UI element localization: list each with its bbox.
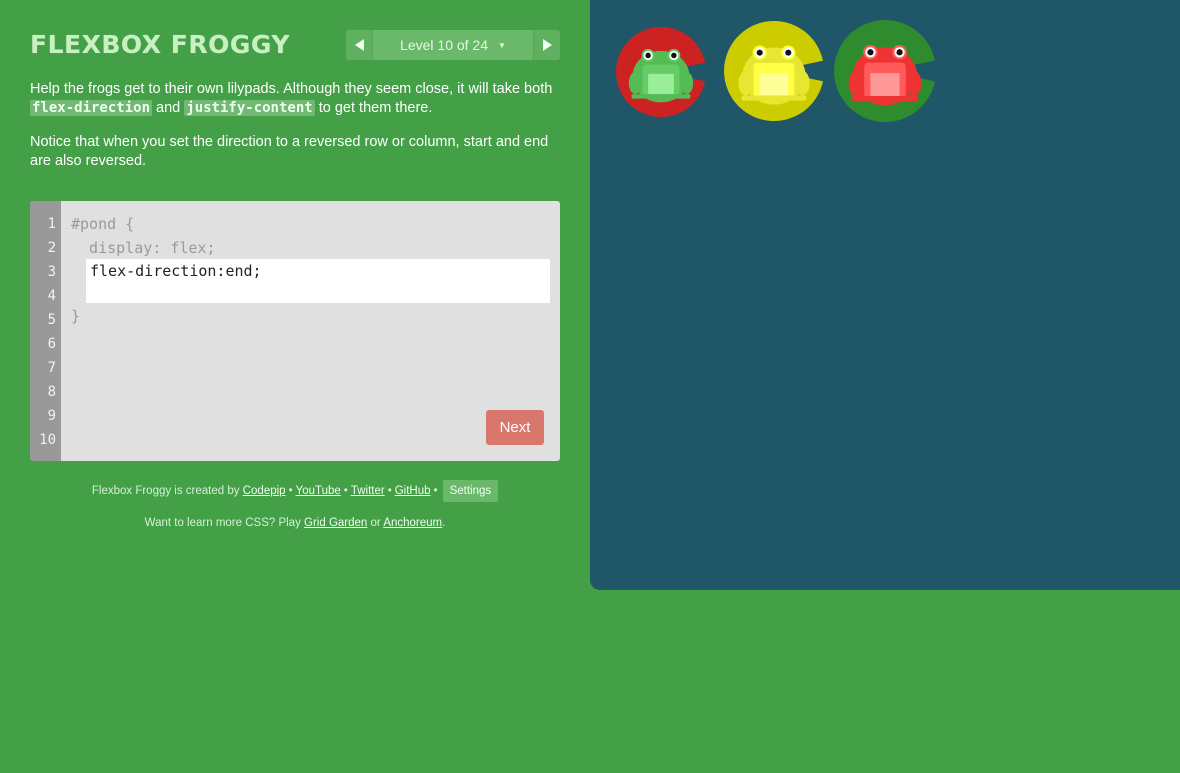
instructions-paragraph-1: Help the frogs get to their own lilypads… <box>30 80 560 118</box>
instructions-text: to get them there. <box>314 100 433 116</box>
code-line: } <box>71 307 81 325</box>
pond <box>590 0 1180 590</box>
line-number: 3 <box>47 264 56 280</box>
line-number: 2 <box>47 240 56 256</box>
line-number: 9 <box>47 408 56 424</box>
link-anchoreum[interactable]: Anchoreum <box>383 517 442 529</box>
link-codepip[interactable]: Codepip <box>243 485 286 497</box>
green-lilypad-icon <box>834 20 935 122</box>
code-flex-direction: flex-direction <box>30 100 153 116</box>
code-justify-content: justify-content <box>184 100 315 116</box>
instructions-text: Help the frogs get to their own lilypads… <box>30 81 553 97</box>
lilypad-yellow-with-yellow-frog <box>723 20 825 122</box>
learn-more-prefix: Want to learn more CSS? Play <box>144 517 301 529</box>
separator: • <box>387 485 392 497</box>
separator: • <box>288 485 293 497</box>
line-number: 4 <box>47 288 56 304</box>
line-number: 5 <box>47 312 56 328</box>
settings-button[interactable]: Settings <box>442 480 499 502</box>
instructions-paragraph-2: Notice that when you set the direction t… <box>30 134 549 169</box>
app-logo: FLEXBOX FROGGY <box>30 30 290 59</box>
line-number: 10 <box>39 432 56 448</box>
learn-more-suffix: . <box>442 517 446 529</box>
separator: • <box>343 485 348 497</box>
instructions: Help the frogs get to their own lilypads… <box>30 80 560 186</box>
instructions-text: and <box>152 100 185 116</box>
link-youtube[interactable]: YouTube <box>296 485 341 497</box>
line-number: 8 <box>47 384 56 400</box>
arrow-right-icon <box>542 39 552 51</box>
link-github[interactable]: GitHub <box>395 485 431 497</box>
link-grid-garden[interactable]: Grid Garden <box>304 517 367 529</box>
caret-down-icon: ▼ <box>498 40 506 50</box>
link-twitter[interactable]: Twitter <box>351 485 385 497</box>
level-label: Level 10 of 24 <box>400 37 489 53</box>
next-level-button[interactable] <box>533 30 560 60</box>
yellow-lilypad-icon <box>724 21 823 121</box>
code-line: #pond { <box>71 215 135 233</box>
learn-more-middle: or <box>370 517 381 529</box>
line-number: 7 <box>47 360 56 376</box>
level-indicator-dropdown[interactable]: Level 10 of 24 ▼ <box>373 30 533 60</box>
lilypad-red-with-green-frog <box>615 26 707 118</box>
line-number: 6 <box>47 336 56 352</box>
learn-more: Want to learn more CSS? Play Grid Garden… <box>30 517 560 529</box>
next-button[interactable]: Next <box>486 410 544 445</box>
lilypad-green-with-red-frog <box>833 19 937 123</box>
credits-prefix: Flexbox Froggy is created by <box>91 485 240 497</box>
arrow-left-icon <box>354 39 364 51</box>
css-editor: 1 2 3 4 5 6 7 8 9 10 #pond { display: fl… <box>30 201 560 461</box>
line-number-gutter: 1 2 3 4 5 6 7 8 9 10 <box>30 201 61 461</box>
line-number: 1 <box>47 216 56 232</box>
red-lilypad-icon <box>615 26 706 118</box>
code-line: display: flex; <box>71 239 216 257</box>
previous-level-button[interactable] <box>346 30 373 60</box>
level-navigation: Level 10 of 24 ▼ <box>346 30 560 60</box>
separator: • <box>433 485 438 497</box>
credits: Flexbox Froggy is created by Codepip • You… <box>30 480 560 502</box>
code-input[interactable] <box>86 259 550 303</box>
